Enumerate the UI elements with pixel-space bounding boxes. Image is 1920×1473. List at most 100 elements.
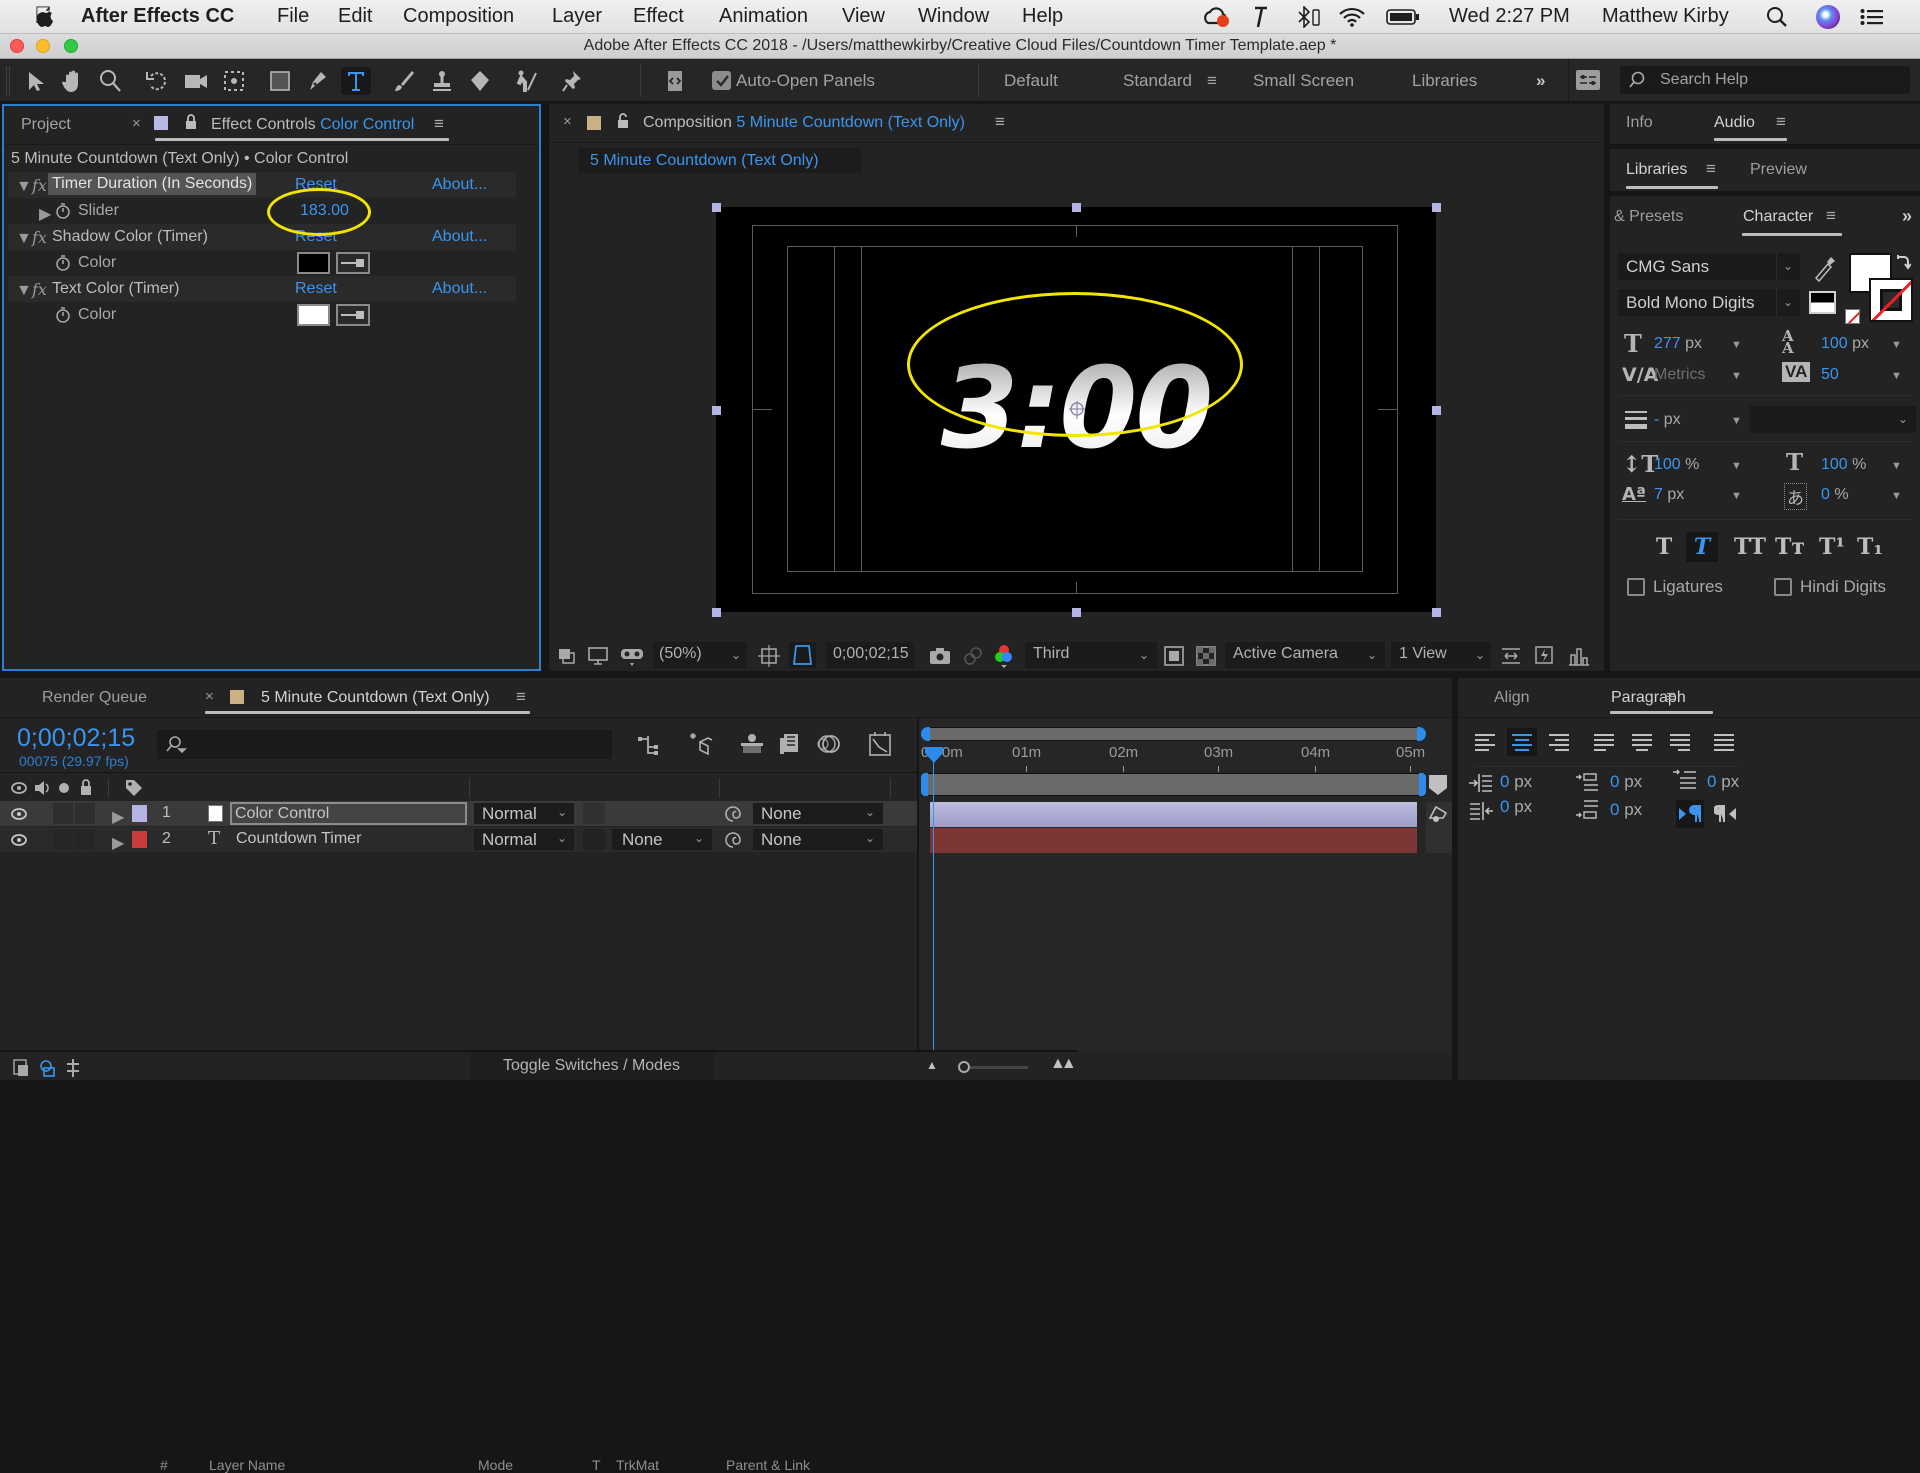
transform-handle[interactable] bbox=[712, 608, 721, 617]
indent-right-field[interactable]: 0 px bbox=[1500, 797, 1532, 817]
composition-flowchart-icon[interactable] bbox=[637, 733, 663, 757]
eyedropper-icon[interactable] bbox=[1812, 254, 1836, 282]
comp-marker-bin-icon[interactable] bbox=[1427, 773, 1449, 797]
ligatures-checkbox[interactable] bbox=[1627, 578, 1645, 596]
always-preview-icon[interactable] bbox=[557, 647, 577, 665]
shy-layers-icon[interactable] bbox=[739, 733, 765, 755]
stopwatch-icon[interactable] bbox=[55, 202, 71, 220]
panel-menu-icon[interactable]: ≡ bbox=[1706, 159, 1716, 179]
workspace-libraries[interactable]: Libraries bbox=[1412, 71, 1477, 91]
work-area-bar[interactable] bbox=[921, 773, 1426, 796]
bluetooth-icon[interactable] bbox=[1296, 6, 1322, 28]
dropdown-arrow-icon[interactable]: ▼ bbox=[1891, 370, 1902, 382]
spotlight-search-icon[interactable] bbox=[1766, 6, 1788, 28]
align-left-button[interactable] bbox=[1470, 728, 1500, 756]
creative-cloud-icon[interactable] bbox=[1202, 6, 1232, 28]
hammer-icon[interactable] bbox=[1252, 5, 1270, 29]
transform-handle[interactable] bbox=[1072, 203, 1081, 212]
region-of-interest-icon[interactable] bbox=[1163, 645, 1185, 667]
lock-icon[interactable] bbox=[184, 114, 198, 130]
hand-tool[interactable] bbox=[57, 67, 87, 95]
expand-layer-triangle-icon[interactable]: ▶ bbox=[112, 833, 124, 853]
align-center-button[interactable] bbox=[1507, 728, 1537, 756]
transform-handle[interactable] bbox=[1432, 406, 1441, 415]
layer-label-color[interactable] bbox=[132, 831, 147, 848]
tab-character[interactable]: Character bbox=[1743, 208, 1813, 226]
zoom-in-icon[interactable]: ▲▲ bbox=[1050, 1055, 1077, 1073]
panel-menu-icon[interactable]: ≡ bbox=[434, 114, 444, 134]
tab-audio[interactable]: Audio bbox=[1714, 114, 1755, 132]
timeline-toggle-icon[interactable] bbox=[1568, 645, 1590, 667]
grid-guides-icon[interactable] bbox=[758, 645, 780, 667]
space-after-field[interactable]: 0 px bbox=[1610, 800, 1642, 820]
fast-previews-icon[interactable] bbox=[1534, 645, 1556, 667]
tab-libraries[interactable]: Libraries bbox=[1626, 161, 1687, 179]
clone-stamp-tool[interactable] bbox=[427, 67, 457, 95]
layer-row[interactable]: ▶ 1 Color Control Normal ⌄ None ⌄ bbox=[0, 801, 918, 826]
tracking-value[interactable]: 50 bbox=[1821, 366, 1839, 384]
parent-dropdown[interactable]: None ⌄ bbox=[753, 829, 883, 850]
effect-name[interactable]: Timer Duration (In Seconds) bbox=[48, 173, 257, 195]
black-white-swatch[interactable] bbox=[1809, 291, 1836, 314]
eyedropper-button[interactable] bbox=[336, 252, 370, 274]
parent-dropdown[interactable]: None ⌄ bbox=[753, 803, 883, 824]
all-caps-button[interactable]: TT bbox=[1730, 532, 1770, 562]
timeline-zoom-slider-thumb[interactable] bbox=[958, 1061, 970, 1073]
viewer-comp-tab[interactable]: 5 Minute Countdown (Text Only) bbox=[578, 148, 861, 173]
align-right-button[interactable] bbox=[1544, 728, 1574, 756]
solo-switch[interactable] bbox=[53, 803, 73, 824]
track-matte-dropdown[interactable]: None ⌄ bbox=[612, 829, 712, 850]
menu-window[interactable]: Window bbox=[918, 5, 989, 28]
comp-button-icon[interactable] bbox=[1427, 804, 1449, 824]
draft-3d-icon[interactable] bbox=[688, 731, 714, 757]
superscript-button[interactable]: T¹ bbox=[1814, 532, 1850, 562]
stroke-style-dropdown[interactable]: ⌄ bbox=[1749, 406, 1916, 433]
tab-info[interactable]: Info bbox=[1626, 114, 1653, 132]
justify-last-center-button[interactable] bbox=[1627, 728, 1657, 756]
panel-menu-icon[interactable]: ≡ bbox=[1776, 112, 1786, 132]
dropdown-arrow-icon[interactable]: ▼ bbox=[1731, 490, 1742, 502]
navigator-end-handle[interactable] bbox=[1417, 727, 1426, 741]
selection-tool[interactable] bbox=[20, 67, 50, 95]
justify-last-left-button[interactable] bbox=[1589, 728, 1619, 756]
reset-link[interactable]: Reset bbox=[295, 280, 337, 298]
tab-align[interactable]: Align bbox=[1494, 689, 1530, 707]
workspace-overflow-chevron-icon[interactable]: » bbox=[1536, 71, 1545, 91]
solo-switch[interactable] bbox=[53, 829, 73, 850]
workspace-menu-icon[interactable]: ≡ bbox=[1207, 71, 1217, 91]
dropdown-arrow-icon[interactable]: ▼ bbox=[1731, 415, 1742, 427]
transform-handle[interactable] bbox=[712, 406, 721, 415]
column-header-parent-link[interactable]: Parent & Link bbox=[726, 1457, 810, 1473]
app-menu[interactable]: After Effects CC bbox=[81, 5, 234, 28]
zoom-tool[interactable] bbox=[95, 67, 125, 95]
motion-blur-icon[interactable] bbox=[817, 732, 841, 756]
preserve-transparency-switch[interactable] bbox=[583, 803, 605, 824]
layer-search-field[interactable] bbox=[157, 730, 612, 759]
roto-brush-tool[interactable] bbox=[511, 67, 541, 95]
workspace-default[interactable]: Default bbox=[1004, 71, 1058, 91]
tab-render-queue[interactable]: Render Queue bbox=[42, 689, 147, 707]
transparency-grid-icon[interactable] bbox=[1195, 645, 1217, 667]
stroke-width-field[interactable]: - px bbox=[1654, 411, 1681, 429]
navigator-start-handle[interactable] bbox=[921, 727, 930, 741]
layer-bar-1[interactable] bbox=[930, 802, 1417, 827]
visibility-eye-icon[interactable] bbox=[10, 833, 28, 847]
font-style-dropdown[interactable]: Bold Mono Digits ⌄ bbox=[1618, 289, 1800, 316]
tab-preview[interactable]: Preview bbox=[1750, 161, 1807, 179]
unlock-icon[interactable] bbox=[616, 113, 630, 129]
right-to-left-direction-button[interactable] bbox=[1712, 800, 1740, 828]
pan-behind-tool[interactable] bbox=[219, 67, 249, 95]
channel-rgb-icon[interactable] bbox=[993, 644, 1015, 668]
snapshot-camera-icon[interactable] bbox=[928, 646, 952, 666]
left-to-right-direction-button[interactable] bbox=[1676, 800, 1704, 828]
effect-name[interactable]: Text Color (Timer) bbox=[52, 280, 179, 298]
playhead[interactable] bbox=[925, 746, 943, 1052]
collapse-triangle-icon[interactable]: ▼ bbox=[16, 282, 32, 300]
fx-toggle-icon[interactable]: fx bbox=[32, 280, 47, 299]
edit-workspaces-icon[interactable] bbox=[1576, 70, 1600, 90]
swap-colors-icon[interactable] bbox=[1895, 254, 1911, 270]
view-layout-dropdown[interactable]: 1 View ⌄ bbox=[1391, 642, 1491, 668]
about-link[interactable]: About... bbox=[432, 176, 487, 194]
auto-open-panels-checkbox[interactable] bbox=[712, 71, 731, 90]
menu-animation[interactable]: Animation bbox=[719, 5, 808, 28]
